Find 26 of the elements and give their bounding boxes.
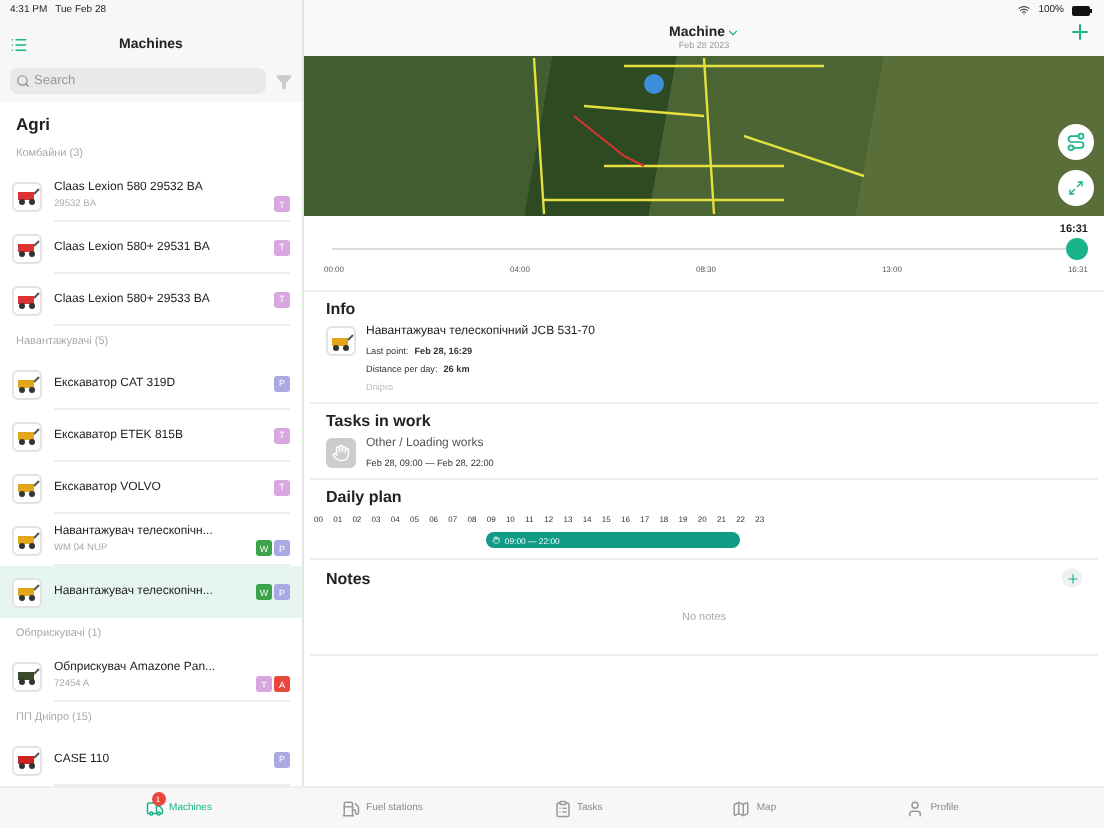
section-heading: Info — [326, 300, 356, 318]
tab-icon — [906, 799, 925, 817]
route-button[interactable] — [1058, 124, 1094, 160]
expand-icon — [1068, 180, 1084, 196]
chevron-down-icon[interactable] — [725, 26, 739, 40]
add-note-button[interactable] — [1062, 568, 1082, 588]
section-heading: Tasks in work — [326, 412, 431, 430]
tab-icon — [553, 799, 571, 817]
time-slider-thumb[interactable] — [1066, 238, 1088, 260]
task-icon — [326, 438, 356, 468]
search-icon — [16, 74, 30, 88]
menu-icon[interactable] — [10, 35, 28, 53]
section-heading: Notes — [326, 569, 371, 587]
add-icon[interactable] — [1068, 20, 1092, 44]
wifi-icon — [1018, 4, 1031, 16]
location-pin-icon[interactable] — [644, 74, 664, 94]
section-heading: Daily plan — [326, 488, 402, 506]
route-icon — [1066, 132, 1086, 152]
tab-icon — [145, 799, 164, 817]
battery-icon — [1072, 5, 1092, 15]
group-heading: Agri — [14, 112, 52, 138]
expand-button[interactable] — [1058, 170, 1094, 206]
tab-icon — [342, 799, 361, 817]
filter-icon[interactable] — [276, 73, 292, 89]
satellite-map[interactable] — [304, 56, 1104, 216]
tab-icon — [732, 799, 751, 817]
